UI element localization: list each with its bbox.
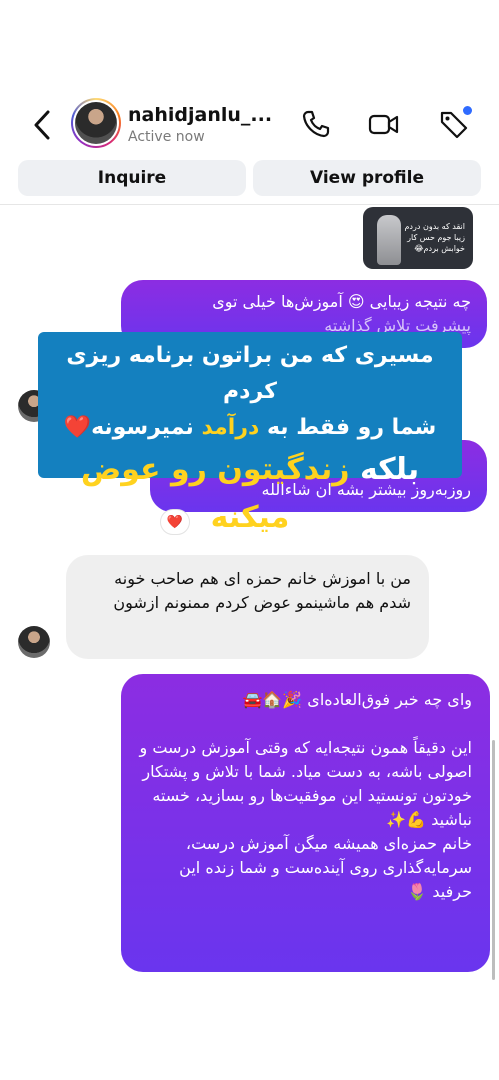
heart-reaction[interactable]: ❤️: [160, 509, 190, 535]
phone-icon[interactable]: [300, 108, 332, 140]
thumbnail-caption: انقد که بدون دردم زیبا جوم حس کار خوابش …: [404, 222, 465, 253]
scrollbar[interactable]: [492, 740, 495, 980]
overlay-highlight: درآمد: [201, 415, 260, 440]
avatar[interactable]: [71, 98, 121, 148]
message-text: این دقیقاً همون نتیجه‌ایه که وقتی آموزش …: [139, 738, 473, 829]
inquire-button[interactable]: Inquire: [18, 160, 246, 196]
incoming-message[interactable]: من با اموزش خانم حمزه ای هم صاحب خونه شد…: [66, 555, 429, 659]
outgoing-message[interactable]: وای چه خبر فوق‌العاده‌ای 🎉🏠🚘 این دقیقاً …: [121, 674, 490, 972]
chevron-left-icon[interactable]: [30, 108, 54, 142]
active-status: Active now: [128, 129, 205, 145]
message-text: خانم حمزه‌ای همیشه میگن آموزش درست، سرما…: [179, 834, 472, 901]
message-text: چه نتیجه زیبایی 😍 آموزش‌ها خیلی توی: [212, 292, 471, 311]
promo-text-overlay: مسیری که من براتون برنامه ریزی کردم شما …: [38, 332, 462, 535]
media-thumbnail[interactable]: انقد که بدون دردم زیبا جوم حس کار خوابش …: [363, 207, 473, 269]
video-camera-icon[interactable]: [368, 108, 400, 140]
username[interactable]: nahidjanlu_...: [128, 104, 272, 126]
avatar-image: [75, 102, 117, 144]
notification-dot: [463, 106, 472, 115]
view-profile-button[interactable]: View profile: [253, 160, 481, 196]
overlay-line: مسیری که من براتون برنامه ریزی کردم: [66, 343, 434, 404]
message-text: من با اموزش خانم حمزه ای هم صاحب خونه شد…: [113, 569, 411, 612]
overlay-highlight: زندگیتون رو عوض میکنه: [80, 452, 350, 535]
tag-icon[interactable]: [438, 106, 472, 140]
overlay-line: بلکه زندگیتون رو عوض میکنه: [80, 452, 420, 535]
chat-header: nahidjanlu_... Active now Inquire View p…: [0, 0, 499, 205]
message-title: وای چه خبر فوق‌العاده‌ای 🎉🏠🚘: [242, 690, 472, 709]
sender-avatar[interactable]: [18, 626, 50, 658]
overlay-line: شما رو فقط به درآمد نمیرسونه❤️: [63, 415, 437, 440]
